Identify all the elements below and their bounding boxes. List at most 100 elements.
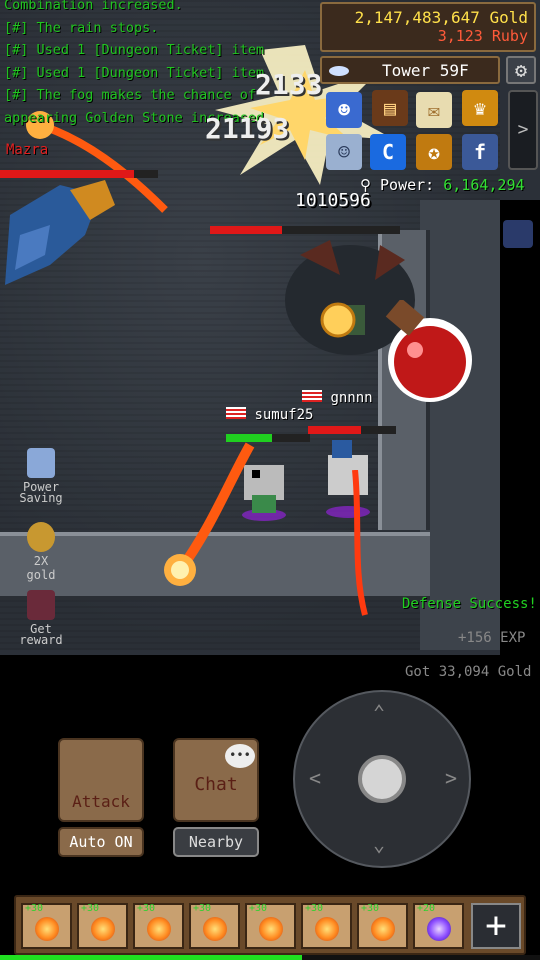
skill-level: +30 xyxy=(81,903,100,914)
skill-slot[interactable]: +30 xyxy=(301,903,352,949)
tower-floor-label: Tower 59F xyxy=(382,61,469,80)
fire-orb-icon xyxy=(315,917,339,941)
skill-level: +30 xyxy=(305,903,324,914)
skill-slot[interactable]: +30 xyxy=(133,903,184,949)
fire-orb-icon xyxy=(35,917,59,941)
skill-level: +30 xyxy=(137,903,156,914)
ally-hp-fill xyxy=(308,426,361,434)
auto-toggle-button[interactable]: Auto ON xyxy=(58,827,144,857)
exp-bar-fill xyxy=(0,955,303,960)
mail-icon[interactable]: ✉ xyxy=(416,92,452,128)
facebook-icon[interactable]: f xyxy=(462,134,498,170)
player-nameplate: sumuf25 xyxy=(226,407,313,423)
chat-label: Chat xyxy=(194,774,238,795)
fire-orb-icon xyxy=(147,917,171,941)
player-hp-fill xyxy=(226,434,273,442)
boss-hp-number: 1010596 xyxy=(295,190,371,211)
medal-icon[interactable]: ✪ xyxy=(416,134,452,170)
gold-gain-message: Got 33,094 Gold xyxy=(405,664,532,680)
skill-slot[interactable]: +30 xyxy=(77,903,128,949)
friends-icon[interactable]: ☺ xyxy=(326,134,362,170)
nearby-button[interactable]: Nearby xyxy=(173,827,259,857)
chat-button[interactable]: ••• Chat xyxy=(173,738,259,822)
double-gold-button[interactable]: 2X gold xyxy=(18,522,64,582)
chat-line: Combination increased. xyxy=(4,0,183,13)
player-name: sumuf25 xyxy=(254,407,314,423)
power-saving-label-2: Saving xyxy=(19,491,63,505)
enemy-name: Mazra xyxy=(6,142,49,158)
add-skill-button[interactable]: + xyxy=(471,903,521,949)
fire-orb-icon xyxy=(259,917,283,941)
skill-level: +30 xyxy=(249,903,268,914)
power-label: Power: xyxy=(380,176,435,194)
power-value: 6,164,294 xyxy=(443,176,525,194)
damage-number: 21193 xyxy=(205,112,290,145)
ruby-amount: 3,123 Ruby xyxy=(437,27,528,45)
void-area xyxy=(500,200,540,655)
settings-button[interactable]: ⚙ xyxy=(506,56,536,84)
get-reward-label-2: reward xyxy=(19,633,63,647)
skill-level: +30 xyxy=(25,903,44,914)
arrow-right-icon: > xyxy=(445,766,458,790)
red-potion-drop xyxy=(385,300,472,402)
skill-hotbar: +30 +30 +30 +30 +30 +30 +30 +20 + xyxy=(14,895,526,955)
cloud-icon xyxy=(329,66,349,76)
speech-bubble-icon: ••• xyxy=(225,744,255,768)
arrow-down-icon: ⌄ xyxy=(373,832,386,856)
ally-hp-bar xyxy=(308,426,396,434)
exp-bar-track xyxy=(0,955,540,960)
chat-line: [#] The rain stops. xyxy=(4,19,159,36)
book-icon[interactable]: ▤ xyxy=(372,90,408,126)
attack-label: Attack xyxy=(72,792,130,811)
skill-slot[interactable]: +30 xyxy=(245,903,296,949)
gold-amount: 2,147,483,647 Gold xyxy=(354,8,528,27)
power-display: ⚲ Power: 6,164,294 xyxy=(360,176,525,194)
attack-button[interactable]: Attack xyxy=(58,738,144,822)
boss-hp-bar xyxy=(210,226,400,234)
skill-slot[interactable]: +30 xyxy=(189,903,240,949)
boss-hp-fill xyxy=(210,226,283,234)
ally-nameplate: gnnnn xyxy=(302,390,373,406)
gold-coin-drop xyxy=(320,302,356,338)
fire-trail xyxy=(352,470,368,616)
chat-line: [#] Used 1 [Dungeon Ticket] item xyxy=(4,42,265,58)
power-saving-icon xyxy=(27,448,55,478)
plus-icon: + xyxy=(485,905,507,946)
robot-menu-icon[interactable]: ☻ xyxy=(326,92,362,128)
event-coin-icon[interactable] xyxy=(503,220,533,248)
community-icon[interactable]: C xyxy=(370,134,406,170)
get-reward-button[interactable]: Get reward xyxy=(18,590,64,647)
fire-orb-icon xyxy=(91,917,115,941)
joystick-knob[interactable] xyxy=(358,755,406,803)
stone-wall-right xyxy=(420,200,500,650)
tower-floor-button[interactable]: Tower 59F xyxy=(320,56,500,84)
double-gold-label: 2X gold xyxy=(26,554,56,582)
fire-orb-icon xyxy=(371,917,395,941)
arrow-up-icon: ⌃ xyxy=(373,700,386,724)
us-flag-icon xyxy=(226,407,246,419)
defense-message: Defense Success! xyxy=(402,596,537,612)
power-saving-button[interactable]: Power Saving xyxy=(18,448,64,505)
skill-slot[interactable]: +20 xyxy=(413,903,464,949)
gear-icon: ⚙ xyxy=(514,58,528,82)
fire-orb-icon xyxy=(203,917,227,941)
trophy-icon[interactable]: ♛ xyxy=(462,90,498,126)
skill-level: +20 xyxy=(417,903,436,914)
gold-coin-icon xyxy=(27,522,55,552)
expand-menu-button[interactable]: > xyxy=(508,90,538,170)
chevron-right-icon: > xyxy=(517,119,529,140)
chat-log: Combination increased. [#] The rain stop… xyxy=(4,0,304,129)
skill-level: +30 xyxy=(193,903,212,914)
fireball-projectile xyxy=(164,442,255,586)
ally-name: gnnnn xyxy=(330,390,373,406)
player-hp-bar xyxy=(226,434,310,442)
video-reward-icon xyxy=(27,590,55,620)
skill-slot[interactable]: +30 xyxy=(21,903,72,949)
skill-slot[interactable]: +30 xyxy=(357,903,408,949)
virtual-joystick[interactable]: ⌃ ⌄ < > xyxy=(293,690,471,868)
auto-label: Auto ON xyxy=(69,833,133,851)
nearby-label: Nearby xyxy=(188,833,244,851)
damage-number: 2133 xyxy=(255,68,323,101)
us-flag-icon xyxy=(302,390,322,402)
enemy-hp-fill xyxy=(0,170,135,178)
